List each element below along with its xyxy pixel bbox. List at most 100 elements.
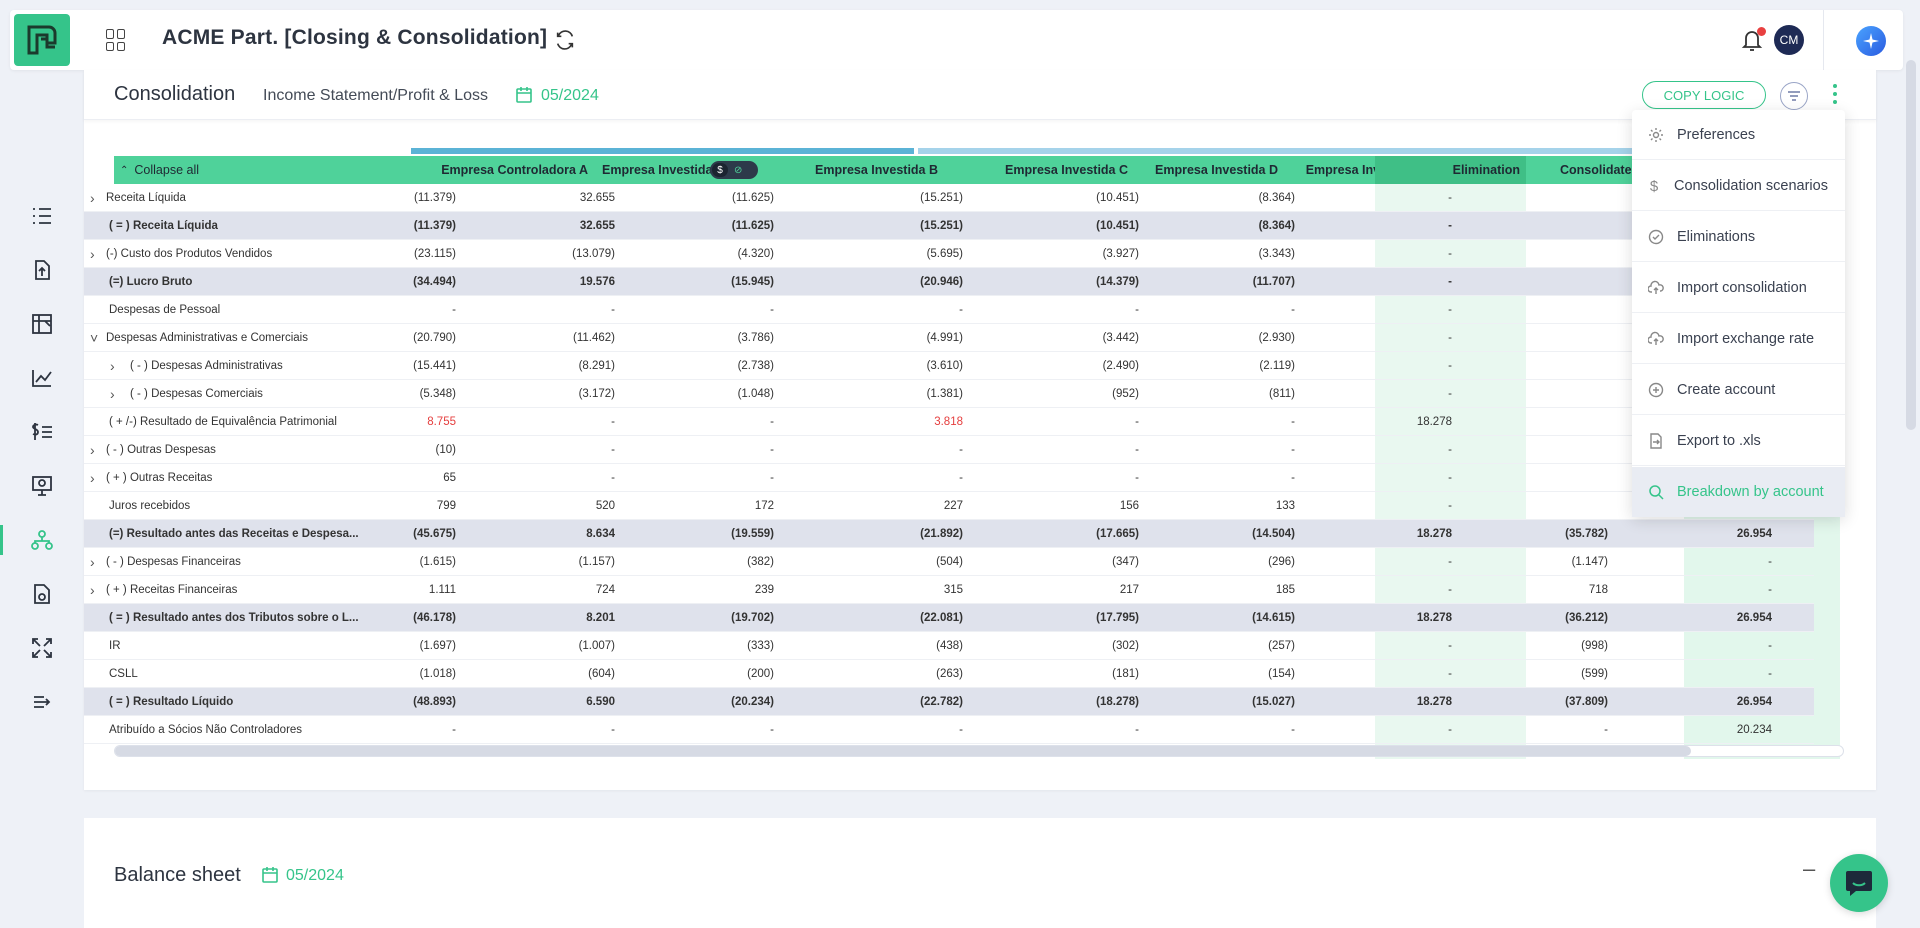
calendar-icon[interactable] bbox=[515, 86, 533, 109]
chevron-right-icon[interactable]: › bbox=[90, 548, 95, 576]
collapse-sidebar-icon[interactable] bbox=[28, 688, 56, 716]
more-options-icon[interactable] bbox=[1832, 84, 1838, 104]
menu-item-consolidation-scenarios[interactable]: $ Consolidation scenarios bbox=[1632, 161, 1845, 211]
menu-item-create-account[interactable]: Create account bbox=[1632, 365, 1845, 415]
balance-sheet-date[interactable]: 05/2024 bbox=[286, 867, 344, 885]
table-cell: (2.738) bbox=[737, 360, 774, 372]
chat-support-button[interactable] bbox=[1830, 854, 1888, 912]
period-date[interactable]: 05/2024 bbox=[541, 87, 599, 105]
table-cell: 18.278 bbox=[1416, 612, 1452, 624]
chevron-right-icon[interactable]: › bbox=[90, 576, 95, 604]
report-icon[interactable] bbox=[28, 580, 56, 608]
ai-sparkle-icon[interactable] bbox=[1856, 26, 1886, 56]
vertical-scrollbar[interactable] bbox=[1906, 60, 1916, 430]
org-chart-icon[interactable] bbox=[28, 526, 56, 554]
refresh-icon[interactable] bbox=[554, 29, 576, 56]
collapse-all-button[interactable]: ⌃ Collapse all bbox=[114, 156, 344, 184]
table-cell: (35.782) bbox=[1565, 528, 1608, 540]
table-cell: (13.079) bbox=[572, 248, 615, 260]
table-cell: (45.675) bbox=[413, 528, 456, 540]
minimize-button[interactable]: – bbox=[1803, 856, 1815, 882]
column-header[interactable]: Empresa Investida B bbox=[764, 156, 944, 184]
menu-item-import-consolidation[interactable]: Import consolidation bbox=[1632, 263, 1845, 313]
column-header[interactable]: Elimination bbox=[1375, 156, 1526, 184]
search-icon bbox=[1648, 484, 1664, 500]
table-row: Juros recebidos 799 520 172 227 156 133 - bbox=[84, 492, 1814, 520]
list-icon[interactable] bbox=[28, 202, 56, 230]
row-label: Receita Líquida bbox=[106, 192, 186, 204]
table-cell: (263) bbox=[936, 668, 963, 680]
table-cell: (18.278) bbox=[1096, 696, 1139, 708]
chevron-right-icon[interactable]: › bbox=[110, 352, 115, 380]
menu-item-import-exchange-rate[interactable]: Import exchange rate bbox=[1632, 314, 1845, 364]
table-cell: - bbox=[770, 416, 774, 428]
table-cell: - bbox=[452, 304, 456, 316]
table-row[interactable]: › Receita Líquida (11.379) 32.655 (11.625) (1… bbox=[84, 184, 1814, 212]
table-cell: - bbox=[1448, 724, 1452, 736]
table-row[interactable]: › ( + ) Outras Receitas 65 - - - - - - bbox=[84, 464, 1814, 492]
table-cell: - bbox=[1291, 472, 1295, 484]
menu-item-label: Create account bbox=[1677, 381, 1776, 398]
chevron-right-icon[interactable]: › bbox=[110, 380, 115, 408]
chevron-right-icon[interactable]: › bbox=[90, 184, 95, 212]
table-cell: - bbox=[1604, 724, 1608, 736]
table-row[interactable]: › ( - ) Despesas Comerciais (5.348) (3.172)… bbox=[84, 380, 1814, 408]
table-cell: - bbox=[1448, 276, 1452, 288]
table-cell: - bbox=[770, 724, 774, 736]
currency-toggle[interactable]: $ ⊘ bbox=[710, 161, 758, 179]
table-row[interactable]: › ( + ) Receitas Financeiras 1.111 724 239 31… bbox=[84, 576, 1814, 604]
ledger-icon[interactable] bbox=[28, 310, 56, 338]
table-row[interactable]: › ( - ) Despesas Administrativas (15.441) (… bbox=[84, 352, 1814, 380]
table-cell: (2.119) bbox=[1259, 360, 1295, 372]
chevron-down-icon[interactable]: ˅ bbox=[90, 324, 98, 352]
table-cell: - bbox=[1135, 304, 1139, 316]
report-subtitle[interactable]: Income Statement/Profit & Loss bbox=[263, 87, 488, 105]
table-cell: (15.945) bbox=[731, 276, 774, 288]
scrollbar-thumb[interactable] bbox=[115, 746, 1691, 756]
column-header[interactable]: Empresa Investida D bbox=[1134, 156, 1284, 184]
table-cell: (11.379) bbox=[414, 192, 456, 204]
upload-file-icon[interactable] bbox=[28, 256, 56, 284]
table-cell: (3.927) bbox=[1102, 248, 1139, 260]
chevron-right-icon[interactable]: › bbox=[90, 464, 95, 492]
table-cell: (200) bbox=[747, 668, 774, 680]
avatar[interactable]: CM bbox=[1774, 25, 1804, 55]
table-cell bbox=[1464, 408, 1614, 436]
column-header[interactable]: Empresa Controladora A bbox=[394, 156, 594, 184]
page-title: Consolidation bbox=[114, 83, 236, 105]
table-cell: (36.212) bbox=[1565, 612, 1608, 624]
column-header[interactable]: Empresa Investida C bbox=[954, 156, 1134, 184]
menu-item-breakdown-by-account[interactable]: Breakdown by account bbox=[1632, 467, 1845, 517]
balance-sheet-title: Balance sheet bbox=[114, 864, 241, 886]
horizontal-scrollbar[interactable] bbox=[114, 745, 1844, 757]
table-cell: 185 bbox=[1275, 584, 1295, 596]
table-cell: (302) bbox=[1112, 640, 1139, 652]
row-label: ( - ) Despesas Financeiras bbox=[106, 556, 241, 568]
table-cell: (11.625) bbox=[731, 220, 774, 232]
table-cell: - bbox=[1448, 192, 1452, 204]
table-row[interactable]: › (-) Custo dos Produtos Vendidos (23.115)… bbox=[84, 240, 1814, 268]
copy-logic-button[interactable]: COPY LOGIC bbox=[1642, 81, 1766, 109]
chevron-right-icon[interactable]: › bbox=[90, 240, 95, 268]
row-label: Atribuído a Sócios Não Controladores bbox=[109, 724, 303, 736]
line-chart-icon[interactable] bbox=[28, 364, 56, 392]
menu-item-export-xls[interactable]: Export to .xls bbox=[1632, 416, 1845, 466]
currency-list-icon[interactable] bbox=[28, 418, 56, 446]
table-cell: (15.251) bbox=[920, 192, 963, 204]
app-logo[interactable] bbox=[14, 14, 70, 66]
calendar-icon[interactable] bbox=[261, 866, 279, 889]
table-row: Atribuído a Sócios Não Controladores - - - -… bbox=[84, 716, 1814, 744]
table-row[interactable]: ˅ Despesas Administrativas e Comerciais (2… bbox=[84, 324, 1814, 352]
presentation-icon[interactable] bbox=[28, 472, 56, 500]
table-row[interactable]: › ( - ) Despesas Financeiras (1.615) (1.157… bbox=[84, 548, 1814, 576]
menu-item-eliminations[interactable]: Eliminations bbox=[1632, 212, 1845, 262]
expand-icon[interactable] bbox=[28, 634, 56, 662]
table-cell: - bbox=[1448, 304, 1452, 316]
menu-item-preferences[interactable]: Preferences bbox=[1632, 110, 1845, 160]
filter-icon[interactable] bbox=[1780, 82, 1808, 110]
chevron-right-icon[interactable]: › bbox=[90, 436, 95, 464]
table-row[interactable]: › ( - ) Outras Despesas (10) - - - - - - bbox=[84, 436, 1814, 464]
table-cell: (504) bbox=[936, 556, 963, 568]
table-cell: - bbox=[959, 724, 963, 736]
apps-grid-icon[interactable] bbox=[106, 29, 128, 51]
